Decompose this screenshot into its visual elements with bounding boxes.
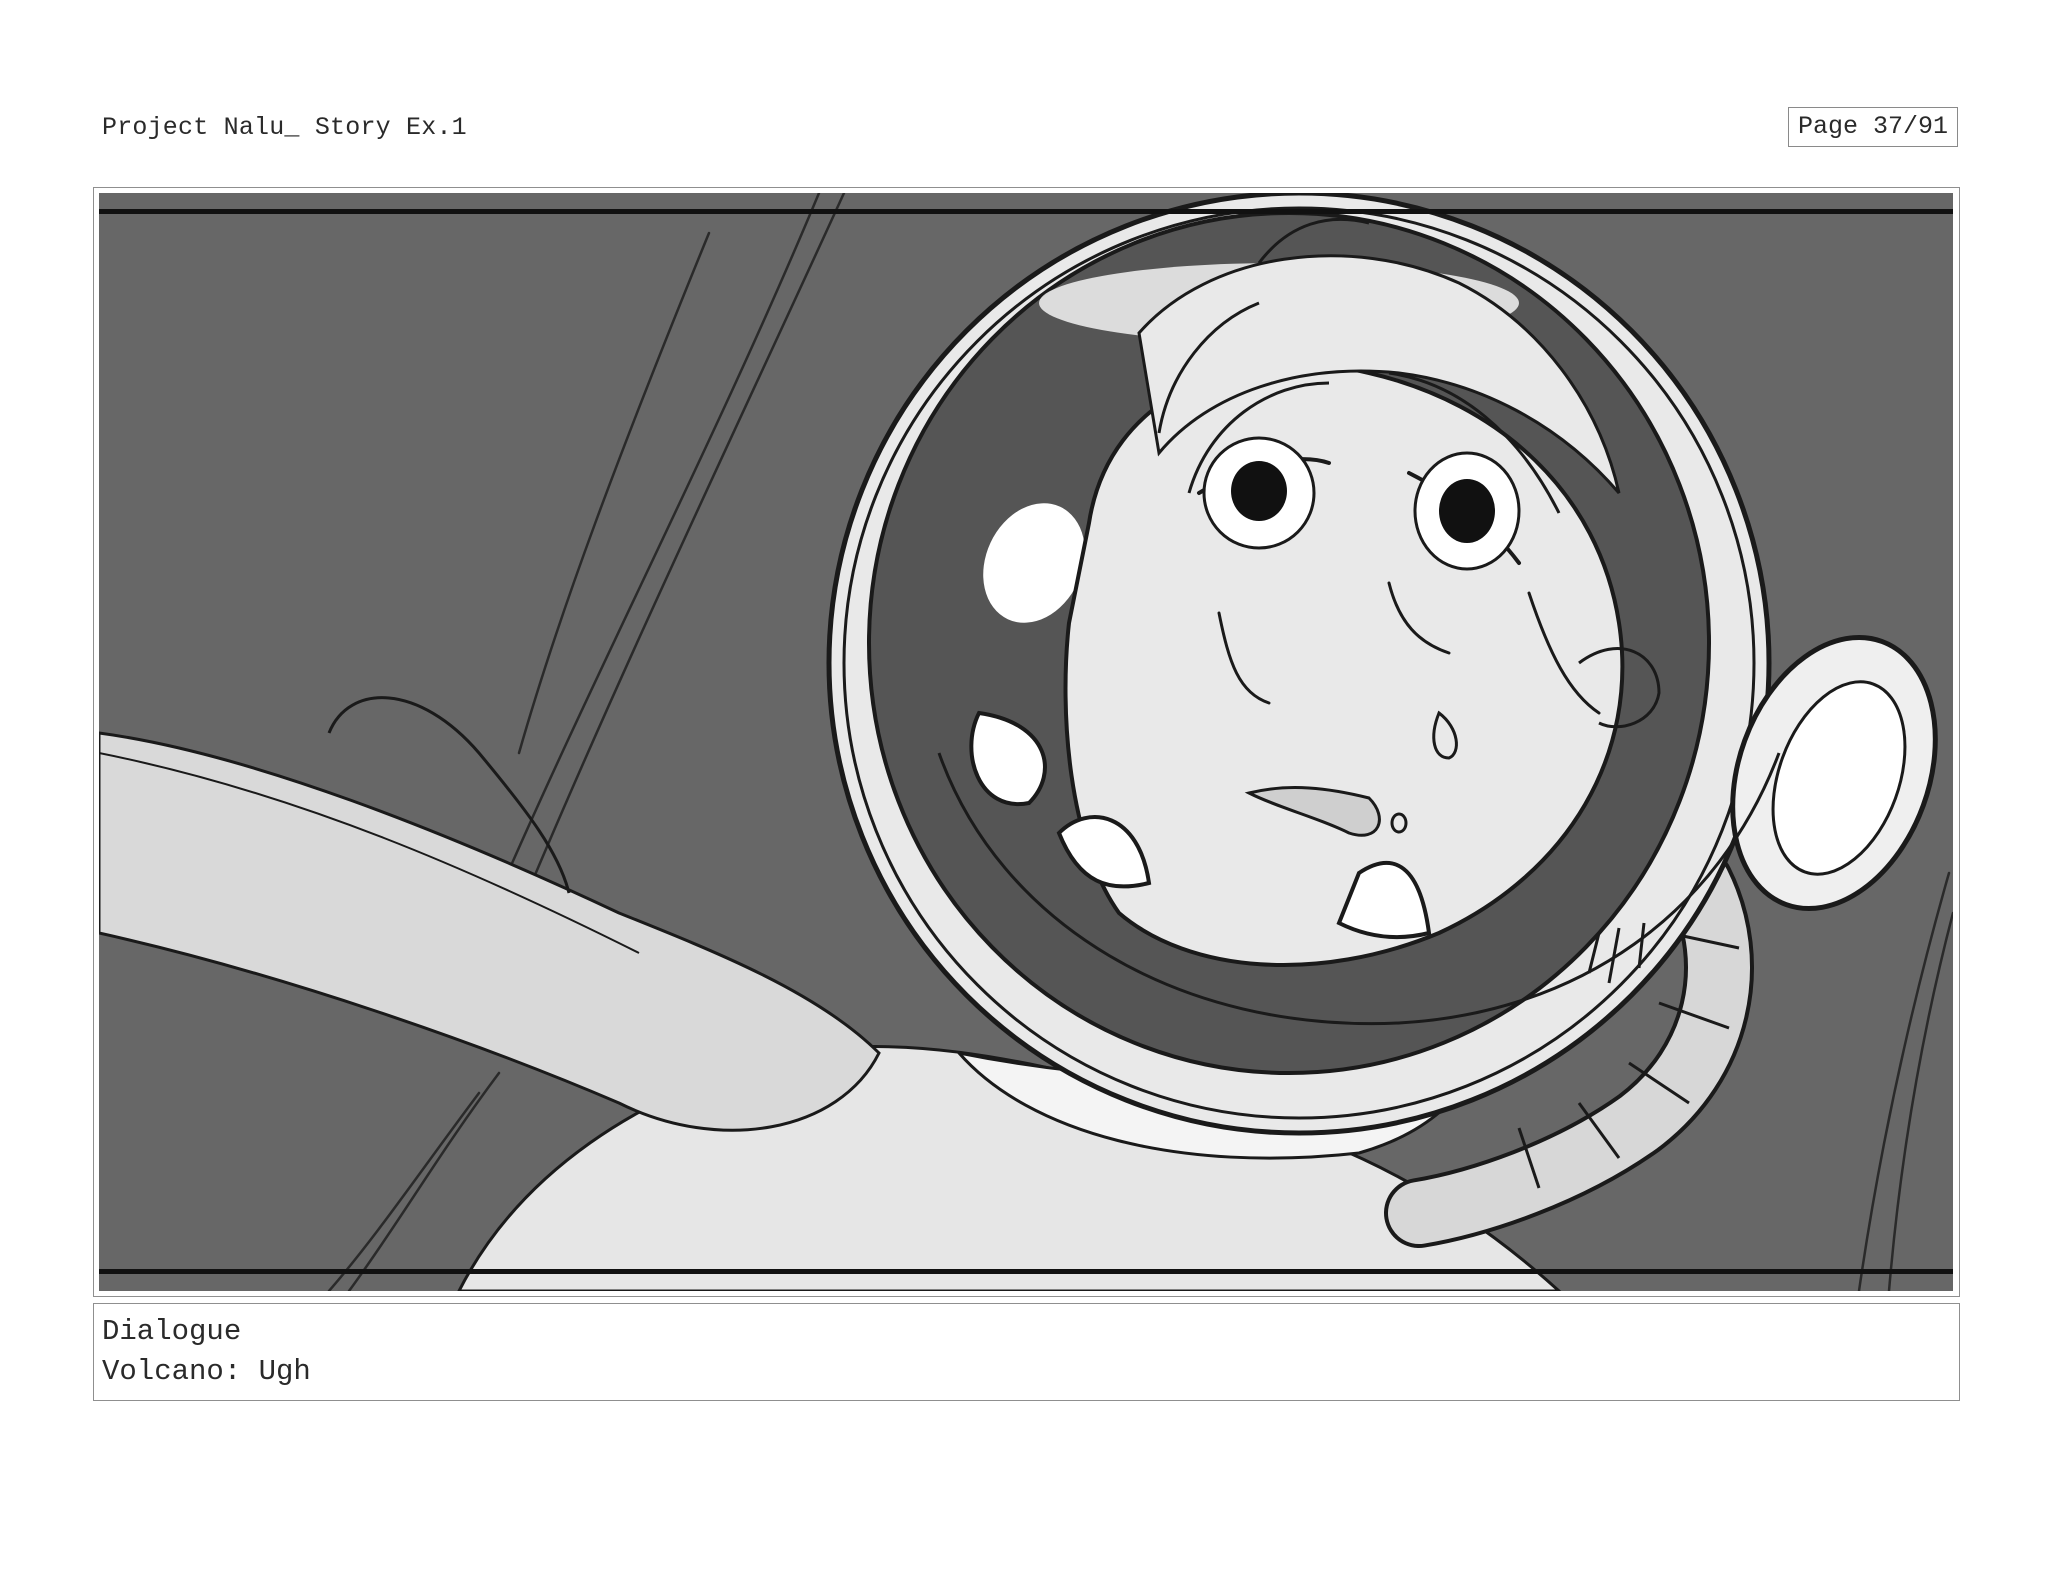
storyboard-sketch-image xyxy=(99,193,1953,1291)
dialogue-heading: Dialogue xyxy=(102,1315,242,1348)
page-counter: Page 37/91 xyxy=(1788,107,1958,147)
dialogue-line: Volcano: Ugh xyxy=(102,1355,311,1388)
project-title: Project Nalu_ Story Ex.1 xyxy=(102,113,467,142)
storyboard-panel xyxy=(93,187,1960,1297)
dialogue-box: Dialogue Volcano: Ugh xyxy=(93,1303,1960,1401)
